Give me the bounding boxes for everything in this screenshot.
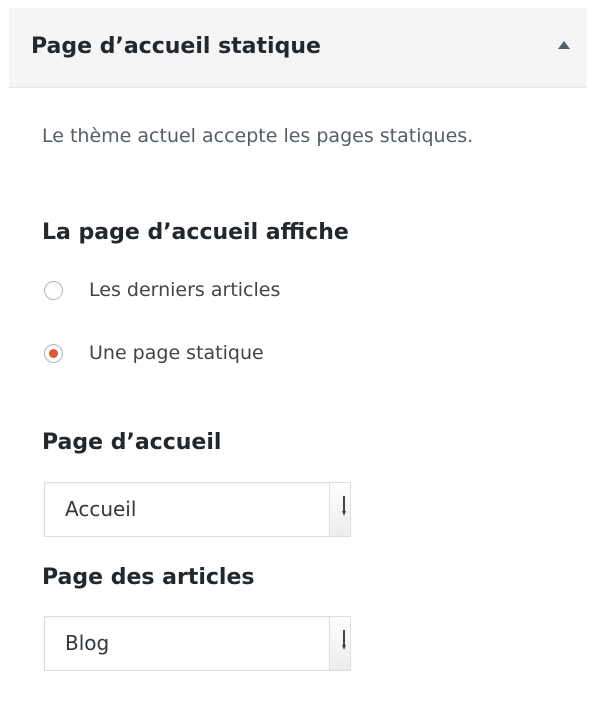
section-title: Page d’accueil statique — [31, 34, 321, 59]
radio-label-latest-posts[interactable]: Les derniers articles — [89, 279, 280, 301]
radio-button-static-page[interactable] — [44, 343, 63, 363]
section-description: Le thème actuel accepte les pages statiq… — [42, 125, 474, 147]
radio-button-latest-posts[interactable] — [44, 280, 63, 300]
posts-page-label: Page des articles — [42, 565, 255, 590]
front-page-display-label: La page d’accueil affiche — [42, 220, 349, 245]
caret-up-icon[interactable] — [558, 41, 570, 49]
dropdown-arrow-icon[interactable] — [329, 617, 350, 670]
radio-latest-posts[interactable]: Les derniers articles — [44, 275, 280, 305]
static-front-page-panel: Page d’accueil statique Le thème actuel … — [0, 0, 596, 718]
posts-page-select-value: Blog — [65, 631, 110, 655]
homepage-select[interactable]: Accueil — [44, 482, 351, 537]
radio-label-static-page[interactable]: Une page statique — [89, 342, 264, 364]
section-header[interactable]: Page d’accueil statique — [9, 8, 587, 88]
posts-page-select[interactable]: Blog — [44, 616, 351, 671]
homepage-label: Page d’accueil — [42, 430, 222, 455]
radio-static-page[interactable]: Une page statique — [44, 338, 264, 368]
dropdown-arrow-icon[interactable] — [329, 483, 350, 536]
homepage-select-value: Accueil — [65, 497, 137, 521]
